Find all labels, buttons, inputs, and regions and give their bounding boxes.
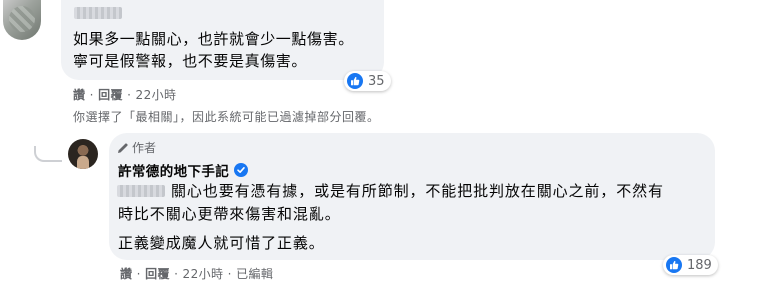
reply-reactions[interactable]: 189 <box>663 255 718 275</box>
blurred-mention[interactable] <box>117 185 165 197</box>
timestamp-link[interactable]: 22小時 <box>183 267 224 281</box>
author-avatar[interactable] <box>68 139 98 169</box>
separator: · <box>127 88 132 102</box>
reply-text-line1: 關心也要有憑有據，或是有所節制，不能把批判放在關心之前，不然有 <box>171 182 664 200</box>
blurred-commenter-name[interactable] <box>74 7 122 19</box>
reply-link[interactable]: 回覆 <box>98 88 123 102</box>
author-name-row: 許常德的地下手記 <box>118 160 249 180</box>
comment-text-line1: 如果多一點關心，也許就會少一點傷害。 <box>73 30 354 48</box>
like-icon <box>666 257 682 273</box>
comment-text-line2: 寧可是假警報，也不要是真傷害。 <box>73 52 308 70</box>
separator: · <box>89 88 94 102</box>
author-badge-label: 作者 <box>132 141 157 155</box>
like-link[interactable]: 讚 <box>73 88 85 102</box>
separator: · <box>136 267 141 281</box>
like-link[interactable]: 讚 <box>120 267 132 281</box>
reply-text-line2: 時比不關心更帶來傷害和混亂。 <box>118 205 341 223</box>
like-icon <box>347 73 363 89</box>
separator: · <box>174 267 179 281</box>
separator: · <box>227 267 232 281</box>
comment-actions: 讚 · 回覆 · 22小時 <box>73 86 176 103</box>
author-name-link[interactable]: 許常德的地下手記 <box>118 160 229 180</box>
pencil-icon <box>118 142 128 153</box>
edited-label: 已編輯 <box>236 267 274 281</box>
commenter-avatar[interactable] <box>3 0 41 40</box>
reply-actions: 讚 · 回覆 · 22小時 · 已編輯 <box>120 265 273 282</box>
author-badge: 作者 <box>117 139 156 156</box>
reply-reaction-count: 189 <box>687 257 712 273</box>
reply-link[interactable]: 回覆 <box>145 267 170 281</box>
thread-connector <box>34 146 62 162</box>
comment-reactions[interactable]: 35 <box>344 71 391 91</box>
reply-text-line3: 正義變成魔人就可惜了正義。 <box>118 234 325 252</box>
filter-notice: 你選擇了「最相關」，因此系統可能已過濾掉部分回覆。 <box>73 110 380 124</box>
verified-icon <box>234 163 249 177</box>
comment-reaction-count: 35 <box>368 73 385 89</box>
timestamp-link[interactable]: 22小時 <box>136 88 177 102</box>
